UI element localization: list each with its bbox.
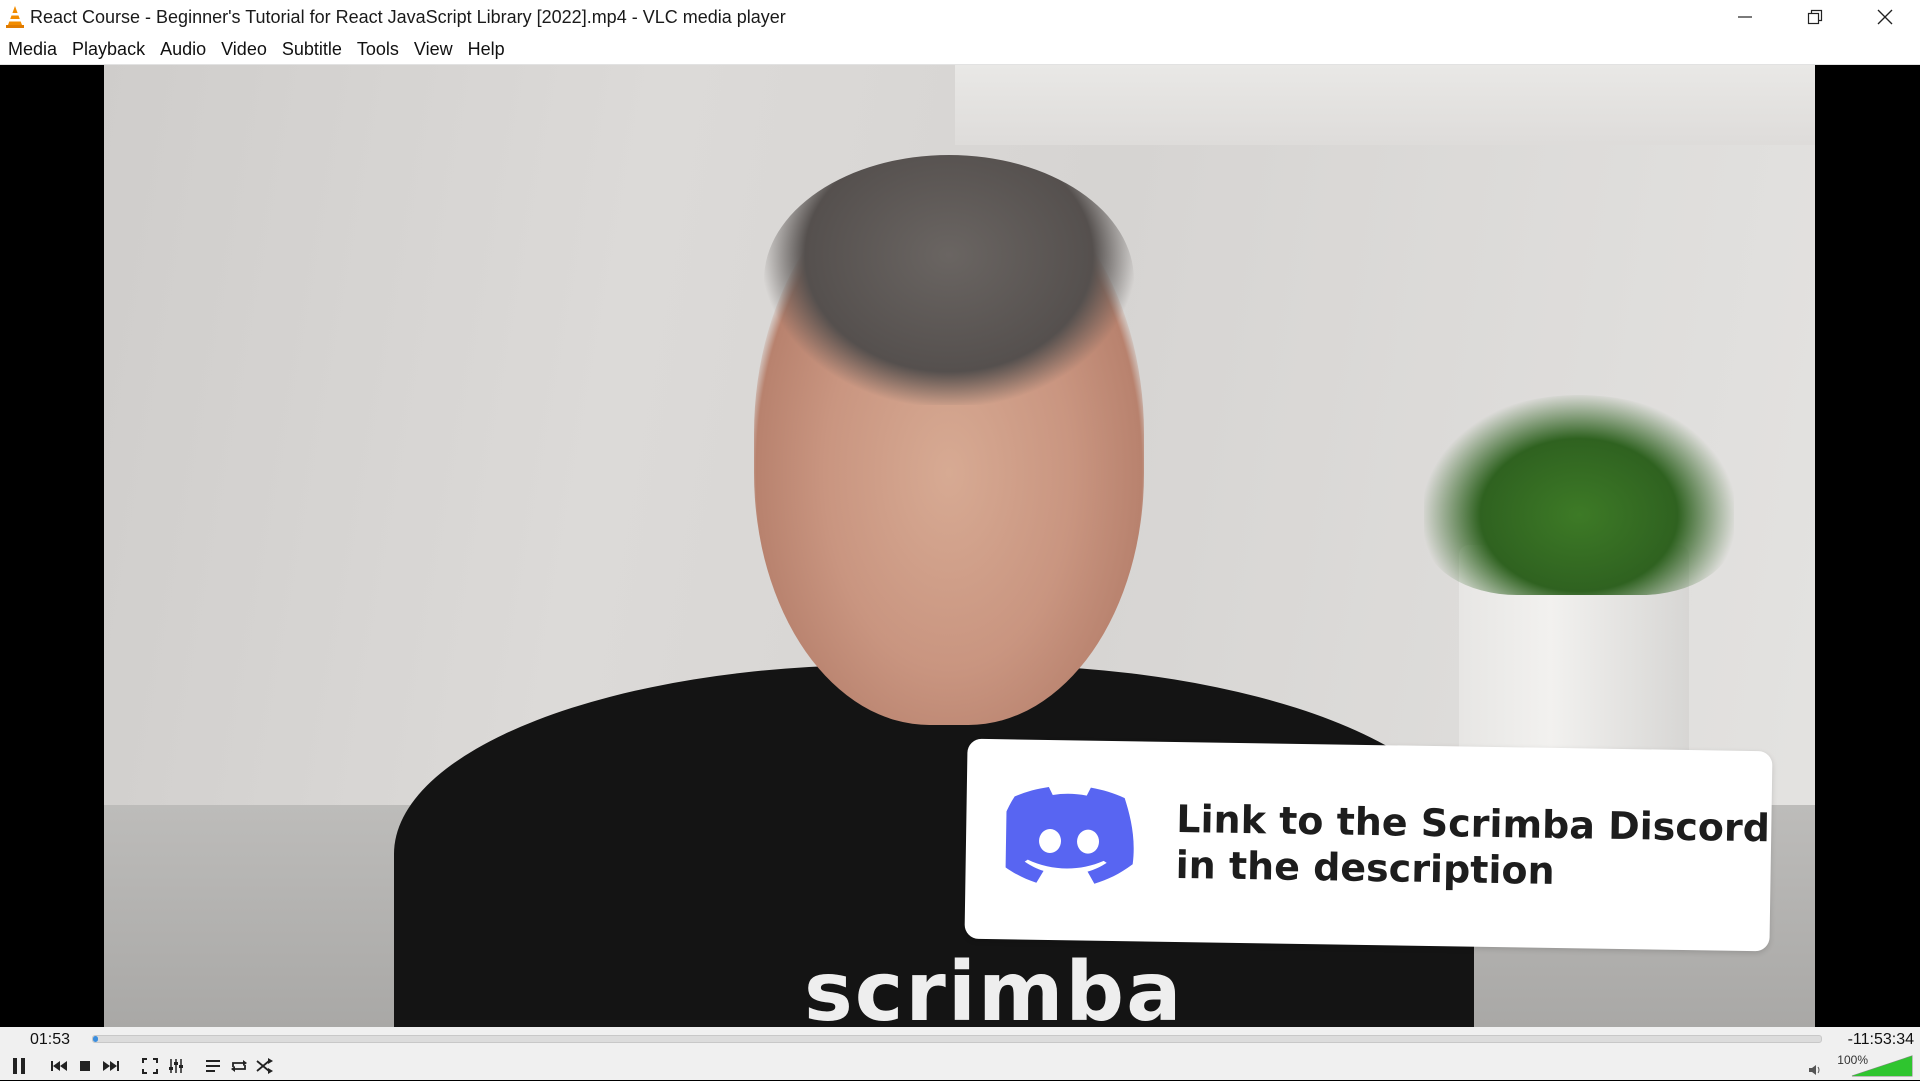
- seek-slider[interactable]: [92, 1035, 1822, 1043]
- presenter-hair: [764, 155, 1134, 405]
- volume-wedge: [1851, 1055, 1913, 1077]
- menu-bar: Media Playback Audio Video Subtitle Tool…: [0, 34, 1920, 65]
- next-button[interactable]: [99, 1055, 123, 1077]
- discord-icon: [1005, 786, 1134, 884]
- stop-button[interactable]: [73, 1055, 97, 1077]
- minimize-icon: [1738, 16, 1752, 18]
- loop-button[interactable]: [227, 1055, 251, 1077]
- extended-settings-button[interactable]: [164, 1055, 188, 1077]
- menu-video[interactable]: Video: [215, 34, 273, 65]
- title-bar: React Course - Beginner's Tutorial for R…: [0, 0, 1920, 34]
- restore-icon: [1807, 9, 1823, 25]
- fullscreen-button[interactable]: [138, 1055, 162, 1077]
- previous-icon: [51, 1061, 67, 1071]
- stop-icon: [80, 1061, 90, 1071]
- hoodie-text: scrimba: [804, 945, 1184, 1027]
- minimize-button[interactable]: [1710, 0, 1780, 34]
- menu-media[interactable]: Media: [2, 34, 63, 65]
- menu-audio[interactable]: Audio: [154, 34, 212, 65]
- overlay-line-2: in the description: [1175, 842, 1555, 893]
- menu-help[interactable]: Help: [462, 34, 511, 65]
- pause-button[interactable]: [6, 1055, 32, 1077]
- volume-slider[interactable]: [1804, 1054, 1914, 1078]
- video-display[interactable]: scrimba Link to the Scrimba Discord in t…: [0, 65, 1920, 1027]
- playlist-icon: [206, 1060, 220, 1072]
- close-icon: [1877, 9, 1893, 25]
- video-background-shelf: [955, 65, 1815, 145]
- menu-view[interactable]: View: [408, 34, 459, 65]
- shuffle-icon: [256, 1058, 273, 1074]
- next-icon: [103, 1061, 119, 1071]
- vlc-cone-icon: [0, 0, 30, 34]
- fullscreen-icon: [142, 1058, 158, 1074]
- extended-settings-icon: [169, 1059, 183, 1073]
- random-button[interactable]: [253, 1055, 277, 1077]
- restore-button[interactable]: [1780, 0, 1850, 34]
- elapsed-time[interactable]: 01:53: [30, 1027, 70, 1052]
- close-button[interactable]: [1850, 0, 1920, 34]
- seek-progress: [93, 1036, 99, 1042]
- previous-button[interactable]: [47, 1055, 71, 1077]
- remaining-time[interactable]: -11:53:34: [1848, 1027, 1914, 1052]
- discord-overlay-card: Link to the Scrimba Discord in the descr…: [964, 738, 1773, 952]
- window-title: React Course - Beginner's Tutorial for R…: [30, 6, 786, 27]
- pause-icon: [13, 1058, 25, 1074]
- menu-tools[interactable]: Tools: [351, 34, 405, 65]
- menu-playback[interactable]: Playback: [66, 34, 151, 65]
- playlist-button[interactable]: [201, 1055, 225, 1077]
- control-bar: 100%: [0, 1052, 1920, 1080]
- menu-subtitle[interactable]: Subtitle: [276, 34, 348, 65]
- plant: [1424, 395, 1734, 595]
- overlay-text: Link to the Scrimba Discord in the descr…: [1175, 796, 1770, 897]
- loop-icon: [231, 1060, 247, 1072]
- seek-row: 01:53 -11:53:34: [0, 1027, 1920, 1052]
- video-frame: scrimba Link to the Scrimba Discord in t…: [104, 65, 1815, 1027]
